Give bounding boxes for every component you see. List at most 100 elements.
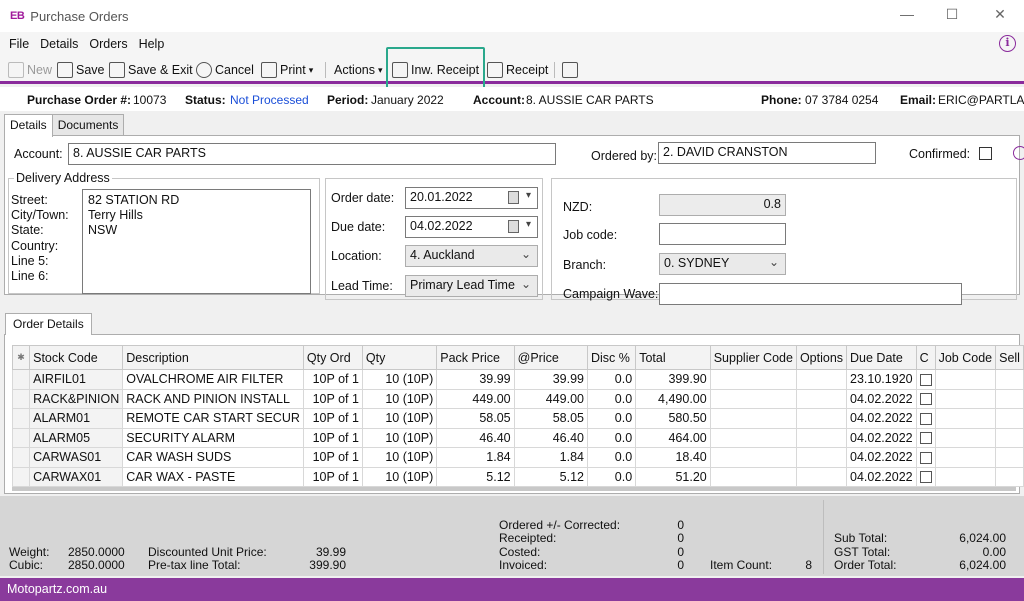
cell-qty_ord[interactable]: 10P of 1 [302, 447, 363, 468]
cancel-button[interactable]: Cancel [196, 60, 254, 80]
menu-file[interactable]: File [9, 37, 29, 51]
column-header[interactable]: Qty [361, 345, 438, 370]
cell-supplier-code[interactable] [709, 427, 797, 448]
cell-job-code[interactable] [934, 408, 997, 429]
column-header[interactable]: Pack Price [436, 345, 515, 370]
row-checkbox[interactable] [919, 393, 932, 406]
table-row[interactable]: AIRFIL01 OVALCHROME AIR FILTER 10P of 1 10 … [11, 369, 1024, 390]
cell-qty[interactable]: 10 (10P) [361, 408, 438, 429]
row-selector[interactable] [11, 427, 31, 448]
save-button[interactable]: Save [57, 60, 105, 80]
cell-total[interactable]: 399.90 [635, 369, 711, 390]
minimize-button[interactable]: — [897, 6, 917, 22]
cell-job-code[interactable] [934, 447, 997, 468]
table-row[interactable]: CARWAS01 CAR WASH SUDS 10P of 1 10 (10P) 1.8… [11, 447, 1024, 468]
cell-price[interactable]: 58.05 [513, 408, 588, 429]
save-exit-button[interactable]: Save & Exit [109, 60, 193, 80]
cell-stock[interactable]: ALARM01 [29, 408, 124, 429]
cell-qty[interactable]: 10 (10P) [361, 388, 438, 409]
column-header[interactable]: C [915, 345, 936, 370]
cell-qty_ord[interactable]: 10P of 1 [302, 408, 363, 429]
cell-disc[interactable]: 0.0 [586, 447, 637, 468]
column-header[interactable]: Options [795, 345, 848, 370]
cell-confirmed[interactable] [915, 447, 936, 468]
cell-price[interactable]: 46.40 [513, 427, 588, 448]
cell-price[interactable]: 39.99 [513, 369, 588, 390]
cell-desc[interactable]: CAR WAX - PASTE [122, 466, 304, 487]
calendar-icon[interactable] [508, 220, 519, 233]
menu-help[interactable]: Help [139, 37, 165, 51]
cell-disc[interactable]: 0.0 [586, 408, 637, 429]
table-row[interactable]: ALARM01 REMOTE CAR START SECUR 10P of 1 10 … [11, 408, 1024, 429]
job-code-field[interactable] [659, 223, 786, 245]
cell-qty[interactable]: 10 (10P) [361, 369, 438, 390]
cell-confirmed[interactable] [915, 408, 936, 429]
chevron-down-icon[interactable]: ▾ [526, 190, 531, 201]
cell-due[interactable]: 23.10.1920 [846, 369, 917, 390]
cell-total[interactable]: 18.40 [635, 447, 711, 468]
cell-qty[interactable]: 10 (10P) [361, 427, 438, 448]
column-header[interactable]: Stock Code [29, 345, 124, 370]
receipt-button[interactable]: Receipt [487, 60, 548, 80]
cell-desc[interactable]: SECURITY ALARM [122, 427, 304, 448]
cell-desc[interactable]: CAR WASH SUDS [122, 447, 304, 468]
cell-job-code[interactable] [934, 466, 997, 487]
column-header[interactable]: Supplier Code [709, 345, 797, 370]
cell-total[interactable]: 580.50 [635, 408, 711, 429]
campaign-field[interactable] [659, 283, 962, 305]
cell-desc[interactable]: RACK AND PINION INSTALL [122, 388, 304, 409]
menu-details[interactable]: Details [40, 37, 78, 51]
cell-total[interactable]: 464.00 [635, 427, 711, 448]
address-textarea[interactable]: 82 STATION RD Terry Hills NSW [82, 189, 311, 294]
cell-confirmed[interactable] [915, 369, 936, 390]
new-button[interactable]: New [8, 60, 52, 80]
cell-confirmed[interactable] [915, 388, 936, 409]
tab-order-details[interactable]: Order Details [5, 313, 92, 335]
branch-select[interactable]: 0. SYDNEY ⌄ [659, 253, 786, 275]
horizontal-scrollbar[interactable] [12, 487, 1016, 491]
cell-pack[interactable]: 1.84 [436, 447, 515, 468]
close-button[interactable]: ✕ [990, 6, 1010, 23]
row-checkbox[interactable] [919, 471, 932, 484]
notes-button[interactable] [562, 60, 578, 80]
cell-qty_ord[interactable]: 10P of 1 [302, 388, 363, 409]
lead-time-select[interactable]: Primary Lead Time ⌄ [405, 275, 538, 297]
calendar-icon[interactable] [508, 191, 519, 204]
cell-stock[interactable]: CARWAX01 [29, 466, 124, 487]
cell-options[interactable] [795, 408, 848, 429]
cell-price[interactable]: 449.00 [513, 388, 588, 409]
row-selector[interactable] [11, 408, 31, 429]
cell-pack[interactable]: 5.12 [436, 466, 515, 487]
row-selector[interactable] [11, 388, 31, 409]
row-checkbox[interactable] [919, 432, 932, 445]
column-header[interactable]: Total [635, 345, 711, 370]
print-button[interactable]: Print ▾ [261, 60, 313, 80]
due-date-field[interactable]: 04.02.2022 ▾ [405, 216, 538, 238]
cell-sell[interactable] [995, 408, 1024, 429]
column-header[interactable]: Qty Ord [302, 345, 363, 370]
cell-sell[interactable] [995, 466, 1024, 487]
cell-stock[interactable]: ALARM05 [29, 427, 124, 448]
cell-desc[interactable]: REMOTE CAR START SECUR [122, 408, 304, 429]
cell-supplier-code[interactable] [709, 408, 797, 429]
cell-desc[interactable]: OVALCHROME AIR FILTER [122, 369, 304, 390]
cell-options[interactable] [795, 369, 848, 390]
cell-due[interactable]: 04.02.2022 [846, 388, 917, 409]
cell-supplier-code[interactable] [709, 447, 797, 468]
cell-supplier-code[interactable] [709, 369, 797, 390]
column-header[interactable]: Disc % [586, 345, 637, 370]
cell-options[interactable] [795, 466, 848, 487]
cell-pack[interactable]: 39.99 [436, 369, 515, 390]
cell-price[interactable]: 1.84 [513, 447, 588, 468]
cell-sell[interactable] [995, 388, 1024, 409]
cell-disc[interactable]: 0.0 [586, 427, 637, 448]
cell-sell[interactable] [995, 427, 1024, 448]
cell-supplier-code[interactable] [709, 466, 797, 487]
column-header[interactable]: Job Code [934, 345, 997, 370]
ordered-by-field[interactable]: 2. DAVID CRANSTON [658, 142, 876, 164]
cell-pack[interactable]: 449.00 [436, 388, 515, 409]
cell-qty_ord[interactable]: 10P of 1 [302, 466, 363, 487]
cell-total[interactable]: 51.20 [635, 466, 711, 487]
cell-total[interactable]: 4,490.00 [635, 388, 711, 409]
table-row[interactable]: RACK&PINION RACK AND PINION INSTALL 10P of… [11, 388, 1024, 409]
